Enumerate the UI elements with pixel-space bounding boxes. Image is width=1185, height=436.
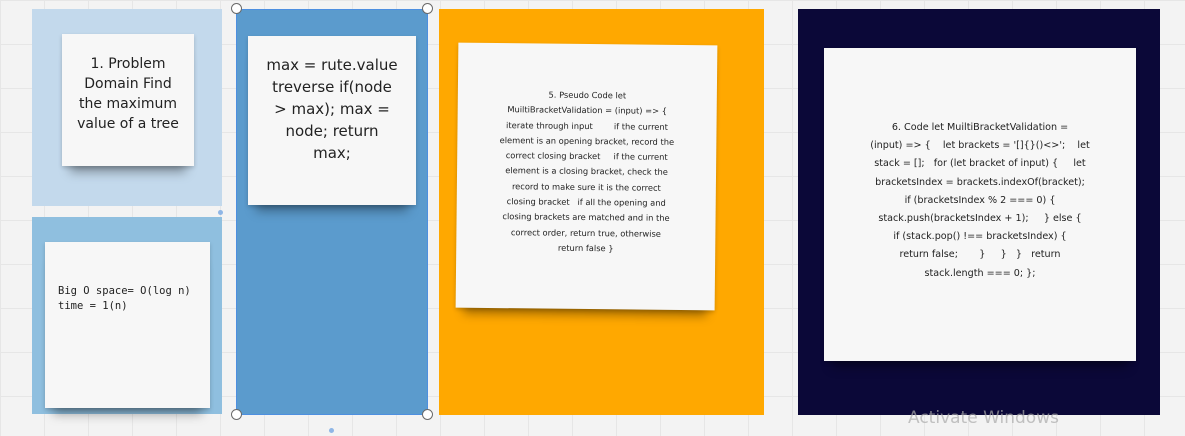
connector-dot-bottom[interactable]: [329, 428, 334, 433]
activate-windows-watermark: Activate Windows: [908, 408, 1059, 428]
selection-handle-top-right[interactable]: [422, 3, 433, 14]
note-algorithm-text: max = rute.value treverse if(node > max)…: [266, 56, 398, 162]
note-algorithm[interactable]: max = rute.value treverse if(node > max)…: [248, 36, 416, 205]
note-pseudo-code[interactable]: 5. Pseudo Code let MuiltiBracketValidati…: [455, 42, 718, 311]
selection-handle-bottom-right[interactable]: [422, 409, 433, 420]
note-big-o[interactable]: Big O space= O(log n) time = 1(n): [45, 242, 210, 408]
selection-handle-bottom-left[interactable]: [231, 409, 242, 420]
note-problem-domain[interactable]: 1. Problem Domain Find the maximum value…: [62, 34, 194, 166]
note-big-o-text: Big O space= O(log n) time = 1(n): [58, 285, 191, 312]
connector-dot-left[interactable]: [218, 210, 223, 215]
note-pseudo-code-text: 5. Pseudo Code let MuiltiBracketValidati…: [499, 89, 675, 254]
selection-handle-top-left[interactable]: [231, 3, 242, 14]
note-code[interactable]: 6. Code let MuiltiBracketValidation = (i…: [824, 48, 1136, 361]
note-problem-domain-text: 1. Problem Domain Find the maximum value…: [77, 56, 179, 132]
note-code-text: 6. Code let MuiltiBracketValidation = (i…: [870, 122, 1090, 279]
